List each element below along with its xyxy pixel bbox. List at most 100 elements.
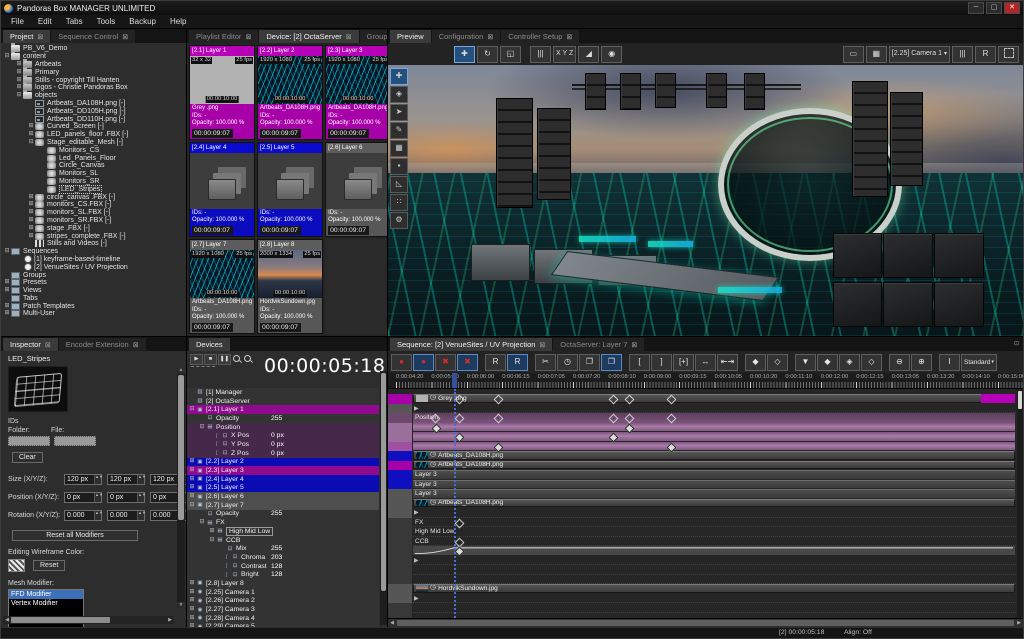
expander-icon[interactable]: ⊞ [27, 194, 35, 201]
rotation-field[interactable]: 0.000▲▼ [107, 510, 145, 521]
tree-item[interactable]: ⊞Primary [1, 68, 186, 76]
track-row[interactable] [388, 603, 1023, 613]
layer-cell[interactable]: [2.2] Layer 21920 x 108025 fps00:00:10:0… [257, 45, 323, 140]
stop-button[interactable]: ■ [204, 354, 217, 365]
tree-item[interactable]: ⊞monitors_SL.FBX [-] [1, 209, 186, 217]
track-row[interactable] [388, 565, 1023, 575]
keyframe-band[interactable] [413, 432, 1015, 441]
close-tab-icon[interactable]: ⊠ [487, 34, 493, 41]
layer-cell[interactable]: [2.5] Layer 5IDs: -Opacity: 100.000 %00:… [257, 142, 323, 237]
tree-item[interactable]: Stills and Videos [-] [1, 240, 186, 248]
close-tab-icon[interactable]: ⊠ [539, 342, 545, 349]
add-keyframes-button[interactable]: ◆ [745, 354, 766, 371]
maximize-button[interactable]: ▢ [986, 2, 1002, 14]
cue-pause-button[interactable]: ◆ [817, 354, 838, 371]
preview-viewport[interactable]: ✚◈➤✎▦▪◺∷⚙ [388, 65, 1023, 336]
tree-item[interactable]: ⊞Curved_Screen [-] [1, 123, 186, 131]
device-row[interactable]: ⊞◉[2.25] Camera 1 [187, 588, 379, 597]
size-field[interactable]: 120 px▲▼ [64, 474, 102, 485]
sequence-hscrollbar[interactable]: ◀ ▶ [388, 618, 1023, 627]
axis-xyz-button[interactable]: X Y Z [553, 46, 576, 63]
position-field[interactable]: 0 px▲▼ [107, 492, 145, 503]
cue-play-button[interactable]: ▼ [795, 354, 816, 371]
track-row[interactable]: Layer 3 [388, 470, 1023, 480]
close-tab-icon[interactable]: ⊠ [245, 34, 251, 41]
layer-bar[interactable]: Layer 3 [413, 480, 1015, 489]
paste-button[interactable]: ❐ [601, 354, 622, 371]
track-row[interactable]: Layer 3 [388, 480, 1023, 490]
expander-icon[interactable]: ⊞ [27, 233, 35, 240]
expander-icon[interactable]: ⊞ [188, 606, 196, 613]
tree-item[interactable]: ⊞monitors_SR.FBX [-] [1, 217, 186, 225]
scroll-right-icon[interactable]: ▶ [1015, 620, 1023, 626]
orbit-tool-button[interactable]: ↻ [477, 46, 498, 63]
device-row[interactable]: ⊞◉[2.26] Camera 2 [187, 597, 379, 606]
track-row[interactable] [388, 423, 1023, 433]
tree-item[interactable]: ⊞circle_canvas .FBX [-] [1, 193, 186, 201]
rail-snap-button[interactable]: ∷ [390, 194, 408, 211]
folder-id-field[interactable] [8, 436, 50, 446]
layer-cell[interactable]: [2.7] Layer 71920 x 108025 fps00:00:10:0… [189, 239, 255, 334]
rail-move-button[interactable]: ✚ [390, 68, 408, 85]
expander-icon[interactable]: ⊟ [188, 502, 196, 509]
tree-item[interactable]: PB_V6_Demo [1, 45, 186, 53]
expander-icon[interactable]: ⊞ [15, 61, 23, 68]
track-row[interactable] [388, 613, 1023, 619]
expander-icon[interactable]: ⊟ [188, 406, 196, 413]
close-tab-icon[interactable]: ⊠ [566, 34, 572, 41]
track-row[interactable]: ▶ [388, 404, 1023, 414]
rail-object-button[interactable]: ▦ [390, 140, 408, 157]
scroll-left-icon[interactable]: ◀ [388, 620, 396, 626]
tree-item[interactable]: ⊞Patch Templates [1, 302, 186, 310]
delete-keyframes-button[interactable]: ◇ [767, 354, 788, 371]
tree-item[interactable]: ⊞LED_panels_floor .FBX [-] [1, 131, 186, 139]
tree-item[interactable]: ⊞stage .FBX [-] [1, 224, 186, 232]
clear-active-button[interactable]: ✖ [435, 354, 456, 371]
inspector-tab-1[interactable]: Encoder Extension⊠ [59, 338, 146, 351]
device-row[interactable]: ⊟▤CCB [187, 536, 379, 545]
device-row[interactable]: ⊡Mix255 [187, 544, 379, 553]
tree-item[interactable]: ⊟objects [1, 92, 186, 100]
device-row[interactable]: ▥[2] OctaServer [187, 397, 379, 406]
device-row[interactable]: ∫⊡Contrast128 [187, 562, 379, 571]
rail-pointer-button[interactable]: ➤ [390, 104, 408, 121]
layer-bar[interactable]: Layer 3 [413, 489, 1015, 498]
scroll-down-icon[interactable]: ▼ [177, 602, 185, 609]
expander-icon[interactable]: ⊞ [188, 467, 196, 474]
minimize-button[interactable]: ─ [968, 2, 984, 14]
store-all-button[interactable]: ● [413, 354, 434, 371]
tree-item[interactable]: LED_Stripes [1, 185, 186, 193]
expander-icon[interactable]: ⊞ [3, 303, 11, 310]
preview-tab-2[interactable]: Controller Setup⊠ [501, 30, 579, 43]
device-row[interactable]: ∫⊡X Pos0 px [187, 431, 379, 440]
mark-in-button[interactable]: [ [629, 354, 650, 371]
layer-cell[interactable]: [2.3] Layer 31920 x 108025 fps00:00:10:0… [325, 45, 387, 140]
track-row[interactable]: ◷Artbeats_DA108H.png [388, 461, 1023, 471]
tree-item[interactable]: ⊞Views [1, 287, 186, 295]
title-bar[interactable]: Pandoras Box MANAGER UNLIMITED ─ ▢ ✕ [1, 1, 1023, 15]
modifier-item[interactable]: Vertex Modifier [9, 599, 83, 608]
tree-item[interactable]: ⊟Stage_editable_Mesh [-] [1, 139, 186, 147]
move-time-button[interactable]: ↔ [695, 354, 716, 371]
tree-item[interactable]: Tabs [1, 295, 186, 303]
clip-bar[interactable]: ◷Artbeats_DA108H.png [413, 461, 1015, 470]
project-tab-1[interactable]: Sequence Control⊠ [51, 30, 135, 43]
fps-view-button[interactable]: ◉ [601, 46, 622, 63]
tree-item[interactable]: Artbeats_DD105H.png [-] [1, 107, 186, 115]
track-row[interactable]: ▶ [388, 508, 1023, 518]
scroll-thumb[interactable] [381, 373, 386, 591]
zoom-out-icon[interactable] [243, 354, 253, 364]
sequence-tab-1[interactable]: OctaServer: Layer 7⊠ [553, 338, 644, 351]
sequence-vscrollbar[interactable] [1017, 389, 1023, 618]
device-row[interactable]: ⊞▣[2.3] Layer 3 [187, 466, 379, 475]
devices-vscrollbar[interactable] [380, 371, 387, 625]
scroll-right-icon[interactable]: ▶ [166, 617, 174, 623]
zoom-out-button[interactable]: ⊖ [889, 354, 910, 371]
menu-edit[interactable]: Edit [32, 16, 58, 27]
device-tab-1[interactable]: Device: [2] OctaServer⊠ [259, 30, 358, 43]
clear-button[interactable]: Clear [12, 452, 43, 463]
device-row[interactable]: ∫⊡Y Pos0 px [187, 440, 379, 449]
expander-icon[interactable]: ⊞ [3, 287, 11, 294]
track-row[interactable]: ▶ [388, 594, 1023, 604]
reset-all-button[interactable]: R [507, 354, 528, 371]
